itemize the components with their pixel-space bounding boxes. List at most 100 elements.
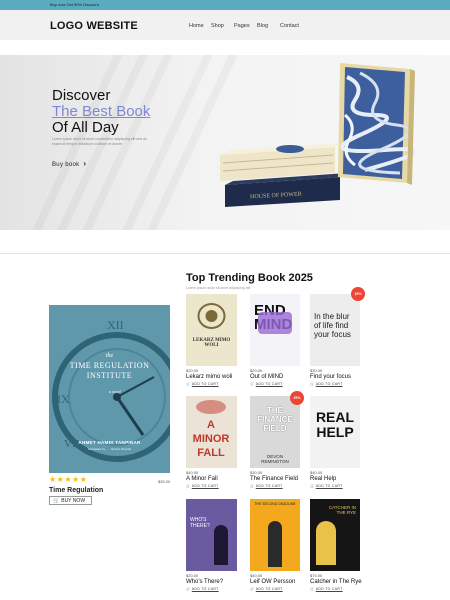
add-to-cart-link[interactable]: 🛒 ADD TO CART [186,382,219,386]
featured-cover-novel: a novel [109,389,121,394]
discount-badge: 25% [290,391,304,405]
featured-cover-title-1: TIME REGULATION [69,361,150,370]
cart-icon: 🛒 [250,587,255,591]
buy-now-button[interactable]: 🛒 BUY NOW [49,496,92,505]
hero-heading-accent: The Best Book [52,103,151,120]
buy-now-label: BUY NOW [61,497,86,504]
book-cover[interactable]: REAL HELP [310,396,360,468]
site-header: LOGO WEBSITE Home Shop Pages Blog Contac… [0,10,450,40]
add-to-cart-link[interactable]: 🛒 ADD TO CART [186,484,219,488]
add-to-cart-link[interactable]: 🛒 ADD TO CART [310,587,343,591]
silhouette-figure [268,521,282,567]
book-price: $20.00 [186,368,199,373]
book-cover-text: REAL HELP [315,409,355,440]
svg-text:IX: IX [57,392,70,406]
book-cover-text: A MINOR FALL [192,419,230,459]
yellow-shape [316,521,336,565]
hero-books-illustration: HOUSE OF POWER [220,63,415,207]
promo-bar: Buy now Get 50% Discount [0,0,450,10]
featured-cover-translator: translated by ... · Robert Wendel [87,447,132,451]
book-cover[interactable]: CATCHER IN THE RYE [310,499,360,571]
add-to-cart-label: ADD TO CART [315,382,343,386]
hero-heading-line1: Discover [52,87,111,104]
buy-book-button[interactable]: Buy book › [52,159,86,168]
cart-icon: 🛒 [250,484,255,488]
add-to-cart-link[interactable]: 🛒 ADD TO CART [310,382,343,386]
book-cover-text: In the blur of life find your focus [314,312,351,339]
add-to-cart-link[interactable]: 🛒 ADD TO CART [250,587,283,591]
add-to-cart-link[interactable]: 🛒 ADD TO CART [250,484,283,488]
nav-shop[interactable]: Shop [211,23,224,29]
book-cover[interactable]: In the blur of life find your focus [310,294,360,366]
add-to-cart-label: ADD TO CART [255,484,283,488]
hero-description: Lorem ipsum dolor sit amet consectetur a… [52,137,147,146]
buy-book-label: Buy book [52,162,80,168]
svg-text:XII: XII [107,318,124,332]
add-to-cart-link[interactable]: 🛒 ADD TO CART [310,484,343,488]
book-cover-text: WHO'S THERE? [190,517,210,529]
add-to-cart-label: ADD TO CART [315,484,343,488]
book-name[interactable]: Who's There? [186,579,223,585]
book-name[interactable]: Find your focus [310,374,351,380]
promo-text: Buy now Get 50% Discount [50,2,99,7]
book-price: $30.00 [310,368,323,373]
book-name[interactable]: Real Help [310,476,336,482]
cart-icon: 🛒 [310,484,315,488]
book-name[interactable]: Leif OW Persson [250,579,295,585]
add-to-cart-label: ADD TO CART [315,587,343,591]
nav-contact[interactable]: Contact [280,23,299,29]
site-logo[interactable]: LOGO WEBSITE [50,20,138,32]
wreath-emblem-icon [197,303,226,329]
section-divider [0,253,450,254]
cart-icon: 🛒 [250,382,255,386]
book-cover-text: CATCHER IN THE RYE [328,505,356,515]
book-price: $70.00 [310,573,323,578]
nav-home[interactable]: Home [189,23,204,29]
cart-icon: 🛒 [310,382,315,386]
hero-heading-line3: Of All Day [52,119,119,136]
book-cover[interactable]: A MINOR FALL [186,396,237,468]
add-to-cart-label: ADD TO CART [191,382,219,386]
book-name[interactable]: Catcher in The Rye [310,579,362,585]
cart-icon: 🛒 [186,484,191,488]
nav-pages[interactable]: Pages [234,23,250,29]
book-name[interactable]: Out of MIND [250,374,283,380]
add-to-cart-label: ADD TO CART [255,382,283,386]
book-cover[interactable]: THE SECOND DEADLINE [250,499,300,571]
book-name[interactable]: The Finance Field [250,476,298,482]
add-to-cart-link[interactable]: 🛒 ADD TO CART [250,382,283,386]
book-price: $40.00 [250,573,263,578]
floral-decoration [196,400,226,414]
featured-cover-title-2: INSTITUTE [86,371,133,380]
book-cover-text: THE SECOND DEADLINE [254,502,296,506]
cart-icon: 🛒 [186,382,191,386]
add-to-cart-label: ADD TO CART [191,587,219,591]
book-cover[interactable]: THE FINANCE FIELD DEVON REMINGTON [250,396,300,468]
featured-price: $30.00 [158,479,171,484]
purple-brush-shape [258,312,292,334]
cart-icon: 🛒 [53,497,60,504]
featured-cover-the: the [105,353,114,359]
book-price: $30.00 [250,470,263,475]
featured-name[interactable]: Time Regulation [49,487,103,494]
book-name[interactable]: A Minor Fall [186,476,218,482]
hero-banner: Discover The Best Book Of All Day Lorem … [0,55,450,230]
discount-badge: 15% [351,287,365,301]
add-to-cart-label: ADD TO CART [255,587,283,591]
nav-blog[interactable]: Blog [257,23,268,29]
featured-book-cover[interactable]: XII IX VII the TIME REGULATION INSTITUTE… [49,305,170,473]
cart-icon: 🛒 [310,587,315,591]
book-price: $40.00 [186,470,199,475]
book-name[interactable]: Lekarz mimo woli [186,374,232,380]
add-to-cart-link[interactable]: 🛒 ADD TO CART [186,587,219,591]
book-price: $20.00 [250,368,263,373]
book-cover[interactable]: LEKARZ MIMO WOLI [186,294,237,366]
book-price: $20.00 [186,573,199,578]
book-cover[interactable]: WHO'S THERE? [186,499,237,571]
rating-stars: ★★★★★ [49,475,88,484]
section-subtitle: Lorem ipsum dolor sit amet adipiscing el… [186,286,251,290]
book-cover[interactable]: END MIND [250,294,300,366]
cart-icon: 🛒 [186,587,191,591]
book-cover-text: THE FINANCE FIELD [257,406,293,433]
book-price: $40.00 [310,470,323,475]
